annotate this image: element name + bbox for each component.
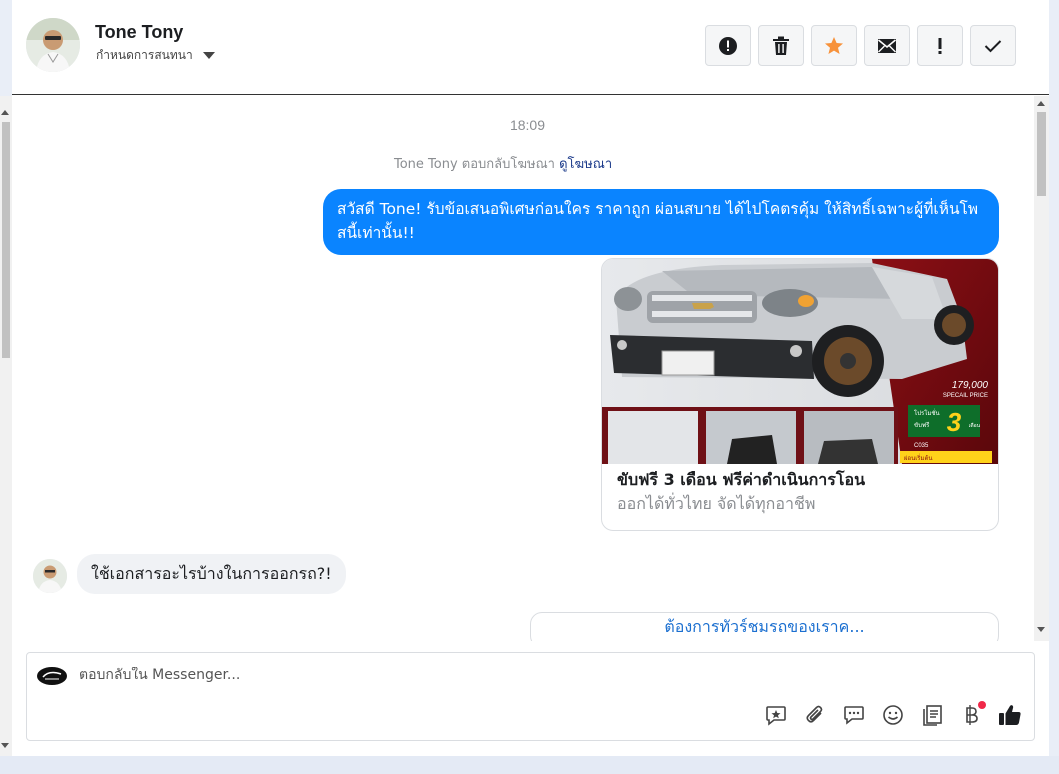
sender-avatar[interactable] bbox=[33, 559, 67, 593]
outgoing-message-bubble: สวัสดี Tone! รับข้อเสนอพิเศษก่อนใคร ราคา… bbox=[323, 189, 999, 255]
scroll-up-arrow-icon[interactable] bbox=[1037, 101, 1045, 106]
thumbs-up-icon bbox=[999, 705, 1021, 725]
alert-circle-icon bbox=[719, 36, 737, 55]
page-logo bbox=[37, 667, 67, 685]
conversation-panel: Tone Tony กำหนดการสนทนา 18:09 Tone Tony … bbox=[12, 0, 1049, 756]
paperclip-icon bbox=[806, 705, 823, 723]
left-scrollbar[interactable] bbox=[0, 96, 12, 756]
report-button[interactable] bbox=[705, 25, 751, 66]
saved-reply-icon bbox=[766, 706, 786, 726]
action-toolbar bbox=[705, 25, 1016, 66]
attach-button[interactable] bbox=[803, 703, 827, 727]
scroll-up-arrow-icon[interactable] bbox=[1, 110, 9, 115]
incoming-message-bubble: ใช้เอกสารอะไรบ้างในการออกรถ?! bbox=[77, 554, 346, 594]
notification-dot bbox=[978, 701, 986, 709]
scrollbar-thumb[interactable] bbox=[1037, 112, 1046, 196]
ad-price-label: SPECAIL PRICE bbox=[943, 393, 988, 399]
view-ad-link[interactable]: ดูโฆษณา bbox=[559, 157, 612, 172]
window-edge bbox=[1049, 0, 1059, 774]
notes-button[interactable] bbox=[920, 703, 944, 727]
message-thread[interactable]: 18:09 Tone Tony ตอบกลับโฆษณา ดูโฆษณา สวั… bbox=[12, 96, 1034, 641]
delete-button[interactable] bbox=[758, 25, 804, 66]
contact-name: Tone Tony bbox=[95, 22, 184, 42]
message-composer bbox=[26, 652, 1035, 741]
ad-card-subtitle: ออกได้ทั่วไทย จัดได้ทุกอาชีพ bbox=[617, 494, 816, 513]
scroll-down-arrow-icon[interactable] bbox=[1, 743, 9, 748]
window-bottom bbox=[0, 756, 1059, 774]
like-button[interactable] bbox=[998, 703, 1022, 727]
exclamation-icon bbox=[938, 37, 942, 54]
car-ad-image: 179,000 SPECAIL PRICE โปรโมชั่น ขับฟรี 3… bbox=[602, 259, 998, 464]
payment-button[interactable] bbox=[959, 701, 986, 727]
chat-button[interactable] bbox=[842, 703, 866, 727]
star-button[interactable] bbox=[811, 25, 857, 66]
conversation-schedule-dropdown[interactable]: กำหนดการสนทนา bbox=[96, 46, 215, 65]
scrollbar-thumb[interactable] bbox=[2, 122, 10, 358]
ad-card[interactable]: 179,000 SPECAIL PRICE โปรโมชั่น ขับฟรี 3… bbox=[601, 258, 999, 531]
message-input[interactable] bbox=[79, 667, 679, 683]
ad-promo-number: 3 bbox=[947, 407, 962, 437]
saved-reply-button[interactable] bbox=[764, 703, 788, 727]
mark-done-button[interactable] bbox=[970, 25, 1016, 66]
ad-reply-text: Tone Tony ตอบกลับโฆษณา bbox=[394, 157, 555, 172]
chat-bubble-icon bbox=[844, 706, 864, 725]
avatar[interactable] bbox=[26, 18, 80, 72]
ad-code: C035 bbox=[914, 443, 929, 449]
check-icon bbox=[984, 39, 1002, 52]
ad-reply-note: Tone Tony ตอบกลับโฆษณา ดูโฆษณา bbox=[394, 153, 612, 174]
mark-unread-button[interactable] bbox=[864, 25, 910, 66]
composer-toolbar bbox=[764, 701, 1022, 727]
emoji-button[interactable] bbox=[881, 703, 905, 727]
ad-down-text: ผ่อนเริ่มต้น bbox=[904, 454, 932, 462]
thread-scrollbar[interactable] bbox=[1034, 96, 1049, 641]
ad-promo-small: โปรโมชั่น bbox=[914, 409, 940, 417]
scroll-down-arrow-icon[interactable] bbox=[1037, 627, 1045, 632]
caret-down-icon bbox=[202, 52, 215, 59]
ad-promo-unit: เดือน bbox=[969, 422, 981, 429]
conversation-header: Tone Tony กำหนดการสนทนา bbox=[12, 0, 1049, 95]
quick-reply-button[interactable]: ต้องการทัวร์ชมรถของเราค... bbox=[530, 612, 999, 641]
schedule-label: กำหนดการสนทนา bbox=[96, 48, 193, 62]
emoji-icon bbox=[883, 705, 903, 725]
baht-icon bbox=[966, 705, 978, 725]
message-timestamp: 18:09 bbox=[509, 117, 546, 133]
ad-price-text: 179,000 bbox=[952, 380, 989, 391]
notes-icon bbox=[923, 705, 942, 726]
envelope-icon bbox=[877, 38, 897, 53]
star-icon bbox=[825, 36, 843, 54]
ad-card-title: ขับฟรี 3 เดือน ฟรีค่าดำเนินการโอน bbox=[617, 470, 865, 489]
flag-button[interactable] bbox=[917, 25, 963, 66]
trash-icon bbox=[773, 36, 789, 55]
ad-promo-free: ขับฟรี bbox=[914, 421, 930, 429]
